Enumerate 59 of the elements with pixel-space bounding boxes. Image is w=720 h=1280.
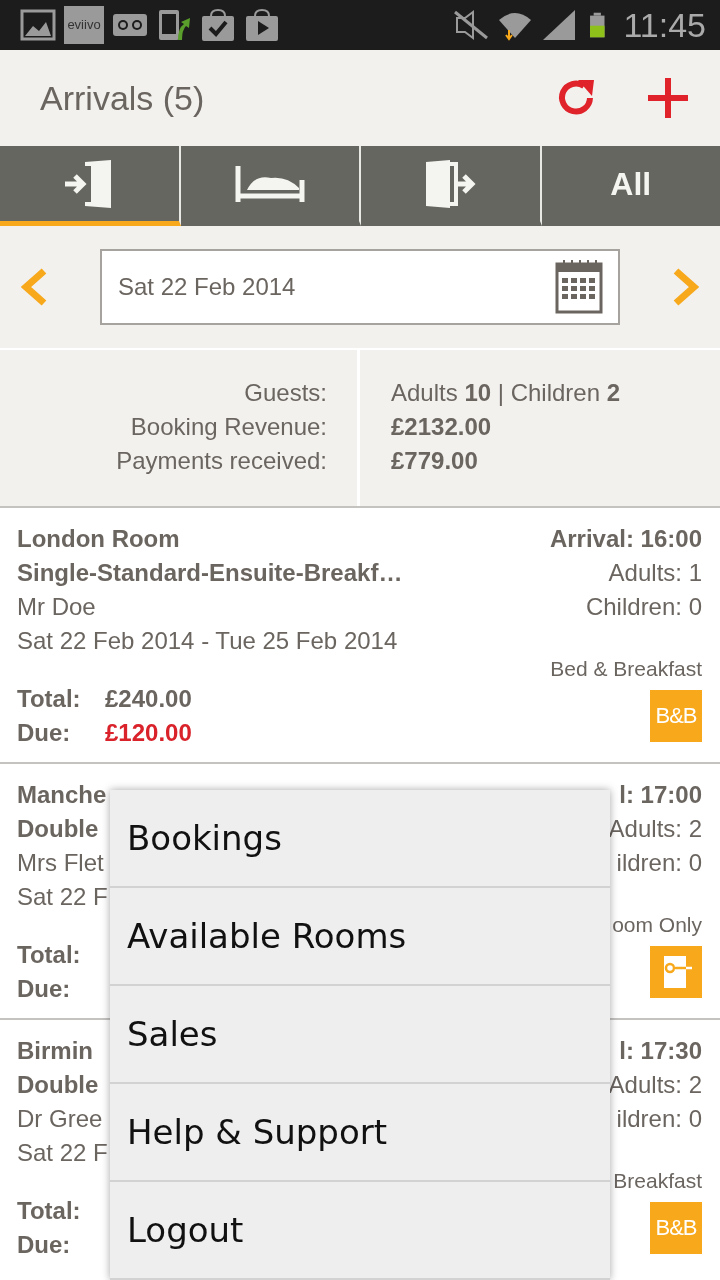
shopping-bag-check-icon bbox=[200, 8, 236, 42]
stay-dates: Sat 22 F bbox=[17, 882, 108, 912]
guest-name: Dr Gree bbox=[17, 1104, 103, 1134]
summary-value: Adults 10 | Children 2 bbox=[391, 378, 621, 408]
summary-value: £779.00 bbox=[391, 446, 478, 476]
menu-item[interactable]: Help & Support bbox=[110, 1084, 610, 1182]
room-name: Manche bbox=[17, 780, 107, 810]
menu-item[interactable]: Bookings bbox=[110, 790, 610, 888]
children-count: ildren: 0 bbox=[616, 1104, 702, 1134]
due-label: Due: bbox=[17, 974, 72, 1004]
menu-item[interactable]: Sales bbox=[110, 986, 610, 1084]
mute-icon bbox=[453, 8, 490, 42]
board-type: Bed & Breakfast bbox=[550, 656, 702, 682]
signal-icon bbox=[541, 8, 578, 42]
room-name: Birmin bbox=[17, 1036, 93, 1066]
summary-value: £2132.00 bbox=[391, 412, 492, 442]
arrival-time: Arrival: 16:00 bbox=[549, 524, 702, 554]
children-count: ildren: 0 bbox=[616, 848, 702, 878]
board-badge: B&B bbox=[650, 1202, 702, 1254]
arrival-time: l: 17:00 bbox=[619, 780, 702, 810]
board-badge: B&B bbox=[650, 690, 702, 742]
total-label: Total: bbox=[17, 1196, 82, 1226]
due-label: Due: bbox=[17, 1230, 72, 1260]
room-name: London Room bbox=[17, 524, 180, 554]
room-type: Double bbox=[17, 814, 99, 844]
key-card-icon bbox=[650, 946, 702, 998]
summary-label: Guests: bbox=[244, 378, 327, 408]
total-label: Total: bbox=[17, 684, 82, 714]
room-type: Double bbox=[17, 1070, 99, 1100]
board-type: oom Only bbox=[612, 912, 702, 938]
picture-icon bbox=[20, 8, 56, 42]
arrival-time: l: 17:30 bbox=[619, 1036, 702, 1066]
guest-name: Mrs Flet bbox=[17, 848, 104, 878]
due-amount: £120.00 bbox=[105, 718, 192, 748]
clock-time: 11:45 bbox=[623, 4, 706, 46]
guest-name: Mr Doe bbox=[17, 592, 96, 622]
bed-icon bbox=[234, 163, 305, 204]
adults-count: Adults: 1 bbox=[608, 558, 702, 588]
summary-label: Payments received: bbox=[116, 446, 327, 476]
shopping-bag-play-icon bbox=[244, 8, 280, 42]
calendar-icon[interactable] bbox=[554, 258, 604, 316]
board-type: Breakfast bbox=[613, 1168, 702, 1194]
menu-item[interactable]: Available Rooms bbox=[110, 888, 610, 986]
summary-label: Booking Revenue: bbox=[130, 412, 327, 442]
room-type: Single-Standard-Ensuite-Breakf… bbox=[17, 558, 403, 588]
children-count: Children: 0 bbox=[585, 592, 702, 622]
total-label: Total: bbox=[17, 940, 82, 970]
due-label: Due: bbox=[17, 718, 72, 748]
app-notification-icon: eviivo bbox=[64, 6, 104, 44]
add-icon[interactable] bbox=[646, 76, 690, 120]
adults-count: Adults: 2 bbox=[608, 1070, 702, 1100]
date-field[interactable]: Sat 22 Feb 2014 bbox=[100, 249, 620, 325]
stay-dates: Sat 22 Feb 2014 - Tue 25 Feb 2014 bbox=[17, 626, 398, 656]
total-amount: £240.00 bbox=[105, 684, 192, 714]
screen-title: Arrivals (5) bbox=[40, 77, 205, 119]
stay-dates: Sat 22 F bbox=[17, 1138, 108, 1168]
menu-item[interactable]: Logout bbox=[110, 1182, 610, 1280]
phone-upload-icon bbox=[156, 8, 192, 42]
adults-count: Adults: 2 bbox=[608, 814, 702, 844]
